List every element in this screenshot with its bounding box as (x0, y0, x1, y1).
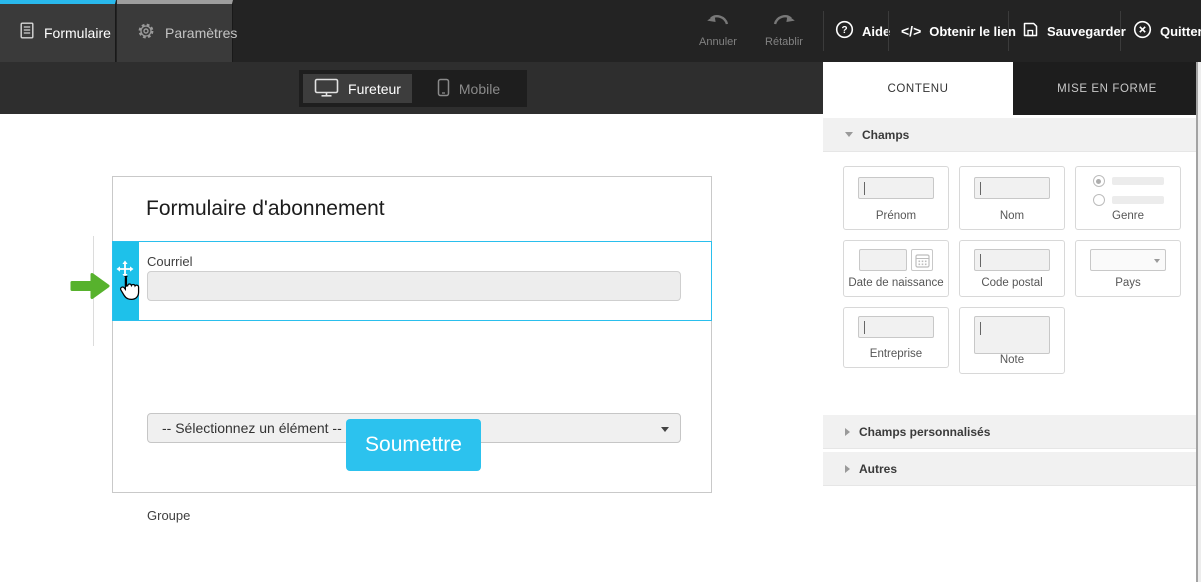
triangle-right-icon (845, 428, 850, 436)
triangle-right-icon (845, 465, 850, 473)
help-label: Aide (862, 24, 890, 39)
toolbar-separator (1120, 11, 1121, 51)
field-card-label: Pays (1076, 277, 1180, 289)
top-toolbar: Formulaire Paramètres Annuler (0, 0, 1201, 62)
radio-selected-icon (1093, 175, 1105, 187)
form-document-icon (20, 22, 34, 44)
text-input-preview (858, 177, 934, 199)
hand-pointer-cursor (117, 275, 140, 307)
field-card-prenom[interactable]: Prénom (843, 166, 949, 230)
monitor-icon (314, 78, 339, 100)
tab-contenu[interactable]: CONTENU (823, 62, 1013, 115)
toolbar-separator (888, 11, 889, 51)
calendar-icon (911, 249, 933, 271)
email-input[interactable] (147, 271, 681, 301)
email-field-row-selected[interactable]: Courriel (112, 241, 712, 321)
panel-scrollbar-thumb[interactable] (1196, 62, 1198, 582)
browser-preview-button[interactable]: Fureteur (303, 74, 412, 103)
quit-label: Quitter (1160, 24, 1201, 39)
help-icon: ? (835, 20, 854, 42)
device-toggle: Fureteur Mobile (299, 70, 527, 107)
submit-button[interactable]: Soumettre (346, 419, 481, 471)
section-champs[interactable]: Champs (823, 118, 1196, 152)
field-card-label: Nom (960, 210, 1064, 222)
undo-button[interactable]: Annuler (688, 12, 748, 48)
tab-mise-en-forme-label: MISE EN FORME (1057, 83, 1157, 95)
text-input-preview (859, 249, 907, 271)
textarea-preview (974, 316, 1050, 354)
help-button[interactable]: ? Aide (835, 0, 890, 62)
tab-parametres-label: Paramètres (165, 25, 237, 41)
text-input-preview (974, 177, 1050, 199)
save-button[interactable]: Sauvegarder (1022, 0, 1126, 62)
field-card-pays[interactable]: Pays (1075, 240, 1181, 297)
close-circle-icon (1133, 20, 1152, 42)
field-card-code-postal[interactable]: Code postal (959, 240, 1065, 297)
section-autres[interactable]: Autres (823, 452, 1196, 486)
tab-contenu-label: CONTENU (887, 83, 948, 95)
undo-label: Annuler (699, 36, 737, 48)
toolbar-separator (1008, 11, 1009, 51)
browser-preview-label: Fureteur (348, 81, 401, 97)
section-autres-label: Autres (859, 462, 897, 476)
radio-group-preview (1093, 175, 1164, 206)
tab-formulaire-label: Formulaire (44, 25, 111, 41)
redo-button[interactable]: Rétablir (754, 12, 814, 48)
field-card-genre[interactable]: Genre (1075, 166, 1181, 230)
chevron-down-icon (661, 427, 669, 432)
phone-icon (437, 78, 450, 100)
preview-mode-strip: Fureteur Mobile (0, 62, 823, 114)
subscription-form-card: Formulaire d'abonnement Courriel Groupe … (112, 176, 712, 493)
section-champs-label: Champs (862, 128, 909, 142)
select-preview (1090, 249, 1166, 271)
gear-icon (137, 22, 155, 45)
group-label: Groupe (147, 508, 190, 523)
quit-button[interactable]: Quitter (1133, 0, 1201, 62)
redo-label: Rétablir (765, 36, 803, 48)
field-card-label: Genre (1076, 210, 1180, 222)
save-icon (1022, 21, 1039, 41)
mobile-preview-button[interactable]: Mobile (414, 74, 523, 103)
tab-parametres[interactable]: Paramètres (117, 0, 233, 62)
undo-arrow-icon (706, 12, 730, 31)
green-pointer-arrow (70, 271, 110, 306)
editor-side-panel: CONTENU MISE EN FORME Champs Prénom Nom (823, 62, 1201, 582)
field-card-label: Code postal (960, 277, 1064, 289)
field-card-nom[interactable]: Nom (959, 166, 1065, 230)
save-label: Sauvegarder (1047, 24, 1126, 39)
triangle-down-icon (845, 132, 853, 137)
field-card-label: Prénom (844, 210, 948, 222)
field-card-note[interactable]: Note (959, 307, 1065, 374)
text-input-preview (858, 316, 934, 338)
radio-icon (1093, 194, 1105, 206)
get-link-label: Obtenir le lien (929, 24, 1016, 39)
code-brackets-icon: </> (901, 23, 921, 39)
field-card-date-de-naissance[interactable]: Date de naissance (843, 240, 949, 297)
svg-text:?: ? (841, 25, 847, 36)
field-card-label: Date de naissance (844, 277, 948, 289)
toolbar-separator (823, 11, 824, 51)
field-card-entreprise[interactable]: Entreprise (843, 307, 949, 368)
section-champs-personnalises[interactable]: Champs personnalisés (823, 415, 1196, 449)
text-input-preview (974, 249, 1050, 271)
form-builder-app: Formulaire Paramètres Annuler (0, 0, 1201, 582)
mobile-preview-label: Mobile (459, 81, 500, 97)
email-label: Courriel (147, 254, 193, 269)
section-champs-personnalises-label: Champs personnalisés (859, 425, 990, 439)
chevron-down-icon (1154, 259, 1160, 263)
tab-formulaire[interactable]: Formulaire (0, 0, 116, 62)
form-canvas: Formulaire d'abonnement Courriel Groupe … (0, 114, 823, 582)
group-select-value: -- Sélectionnez un élément -- (162, 420, 342, 436)
field-card-label: Note (960, 354, 1064, 366)
get-link-button[interactable]: </> Obtenir le lien (901, 0, 1016, 62)
tab-mise-en-forme[interactable]: MISE EN FORME (1013, 62, 1201, 115)
redo-arrow-icon (772, 12, 796, 31)
form-title: Formulaire d'abonnement (146, 197, 385, 221)
field-card-label: Entreprise (844, 348, 948, 360)
